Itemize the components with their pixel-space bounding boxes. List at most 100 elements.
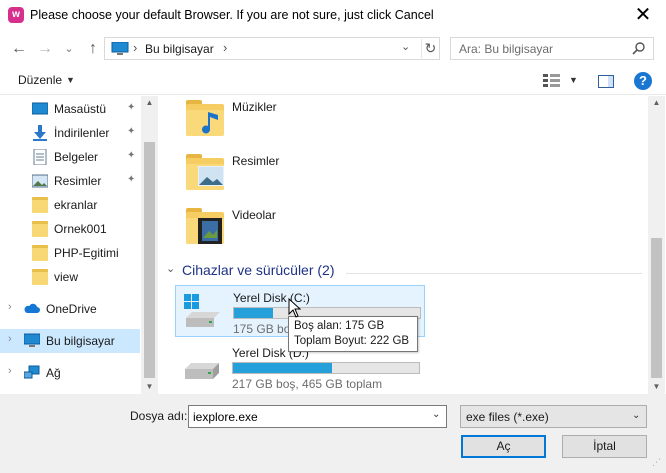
folder-label: Resimler [232, 154, 280, 168]
folder-item-pictures[interactable]: Resimler [186, 152, 336, 198]
search-box[interactable] [450, 37, 654, 60]
cloud-icon [24, 303, 40, 313]
scroll-down-arrow-icon[interactable]: ▼ [648, 382, 665, 391]
sidebar-item-network[interactable]: › Ağ [0, 361, 140, 385]
mouse-cursor-icon [288, 298, 302, 318]
scroll-up-arrow-icon[interactable]: ▲ [648, 98, 665, 107]
sidebar-item-desktop[interactable]: Masaüstü ✦ [0, 97, 140, 121]
open-button[interactable]: Aç [461, 435, 546, 458]
breadcrumb-item[interactable]: Bu bilgisayar [145, 42, 214, 56]
chevron-down-icon[interactable]: ⌄ [632, 410, 640, 421]
app-icon: w [8, 7, 24, 23]
computer-icon [24, 333, 40, 347]
folder-item-videos[interactable]: Videolar [186, 206, 336, 252]
navigation-pane: Masaüstü ✦ İndirilenler ✦ Belgeler ✦ Res… [0, 96, 157, 394]
devices-group-header[interactable]: Cihazlar ve sürücüler (2) [182, 262, 335, 278]
breadcrumb-separator[interactable]: › [133, 40, 137, 55]
forward-arrow-icon[interactable]: → [34, 38, 56, 60]
pictures-folder-icon [186, 152, 224, 190]
sidebar-item-label: Masaüstü [54, 102, 107, 116]
sidebar-item-label: Resimler [54, 174, 102, 188]
sidebar-item-downloads[interactable]: İndirilenler ✦ [0, 121, 140, 145]
sidebar-scroll-thumb[interactable] [144, 142, 155, 378]
folder-icon [32, 197, 48, 213]
view-caret-icon[interactable]: ▼ [569, 75, 578, 85]
sidebar-item-label: PHP-Egitimi [54, 246, 119, 260]
folder-label: Videolar [232, 208, 276, 222]
scroll-up-arrow-icon[interactable]: ▲ [141, 98, 158, 107]
group-divider [346, 273, 642, 274]
help-icon[interactable]: ? [634, 72, 652, 90]
pin-icon[interactable]: ✦ [127, 150, 135, 161]
documents-icon [33, 149, 47, 165]
close-button[interactable]: ✕ [620, 0, 666, 32]
address-bar[interactable]: › Bu bilgisayar › ⌄ ↻ [104, 37, 440, 60]
expand-chevron-icon[interactable]: › [8, 365, 12, 377]
tooltip-total-size: Toplam Boyut: 222 GB [294, 335, 410, 347]
expand-chevron-icon[interactable]: › [8, 301, 12, 313]
toolbar: Düzenle ▼ ▼ ? [0, 68, 666, 95]
folder-icon [32, 269, 48, 285]
chevron-down-icon[interactable]: ⌄ [432, 409, 440, 420]
sidebar-item-php-egitimi[interactable]: PHP-Egitimi [0, 241, 140, 265]
drive-usage-fill [234, 308, 274, 318]
drive-free-space: 175 GB boş [233, 322, 297, 336]
preview-pane-icon[interactable] [598, 75, 614, 88]
pictures-icon [32, 174, 48, 188]
cancel-button[interactable]: İptal [562, 435, 647, 458]
pin-icon[interactable]: ✦ [127, 174, 135, 185]
group-collapse-chevron-icon[interactable]: ⌄ [166, 262, 175, 275]
sidebar-item-label: Ağ [46, 366, 61, 380]
filename-input[interactable] [193, 409, 423, 425]
sidebar-item-label: view [54, 270, 79, 284]
drive-tooltip: Boş alan: 175 GB Toplam Boyut: 222 GB [288, 316, 418, 352]
network-icon [24, 365, 40, 379]
search-input[interactable] [459, 41, 629, 57]
scroll-down-arrow-icon[interactable]: ▼ [141, 382, 158, 391]
window-title: Please choose your default Browser. If y… [30, 8, 434, 22]
drive-usage-bar [232, 362, 420, 374]
drive-free-space: 217 GB boş, 465 GB toplam [232, 377, 383, 391]
folder-icon [32, 221, 48, 237]
sidebar-item-label: İndirilenler [54, 126, 110, 140]
sidebar-item-ekranlar[interactable]: ekranlar [0, 193, 140, 217]
expand-chevron-icon[interactable]: › [8, 333, 12, 345]
file-list-scroll-thumb[interactable] [651, 238, 662, 378]
sidebar-item-label: ekranlar [54, 198, 98, 212]
computer-icon [111, 42, 129, 55]
sidebar-item-onedrive[interactable]: › OneDrive [0, 297, 140, 321]
sidebar-item-label: Belgeler [54, 150, 99, 164]
sidebar-item-label: Ornek001 [54, 222, 107, 236]
sidebar-item-label: Bu bilgisayar [46, 334, 115, 348]
sidebar-item-this-pc[interactable]: › Bu bilgisayar [0, 329, 140, 353]
filename-combobox[interactable]: ⌄ [188, 405, 447, 428]
sidebar-item-ornek001[interactable]: Ornek001 [0, 217, 140, 241]
breadcrumb-separator[interactable]: › [223, 40, 227, 55]
desktop-icon [32, 102, 48, 115]
search-icon[interactable] [631, 41, 647, 57]
pin-icon[interactable]: ✦ [127, 102, 135, 113]
refresh-icon[interactable]: ↻ [421, 39, 439, 58]
sidebar-item-view[interactable]: view [0, 265, 140, 289]
address-dropdown-icon[interactable]: ⌄ [401, 40, 410, 53]
organize-button[interactable]: Düzenle [18, 73, 62, 87]
download-icon [33, 125, 47, 141]
pin-icon[interactable]: ✦ [127, 126, 135, 137]
folder-icon [32, 245, 48, 261]
tooltip-free-space: Boş alan: 175 GB [294, 320, 385, 332]
resize-grip-icon[interactable]: ⋰ [652, 458, 664, 471]
filetype-value: exe files (*.exe) [466, 410, 549, 424]
filename-label: Dosya adı: [130, 409, 188, 423]
sidebar-item-pictures[interactable]: Resimler ✦ [0, 169, 140, 193]
folder-item-music[interactable]: Müzikler [186, 98, 336, 144]
windows-drive-icon [184, 294, 220, 327]
drive-usage-fill [233, 363, 332, 373]
sidebar-item-documents[interactable]: Belgeler ✦ [0, 145, 140, 169]
videos-folder-icon [186, 206, 224, 244]
back-arrow-icon[interactable]: ← [8, 38, 30, 60]
organize-caret-icon[interactable]: ▼ [66, 75, 75, 85]
view-options-icon[interactable] [543, 74, 561, 88]
filetype-select[interactable]: exe files (*.exe) ⌄ [460, 405, 647, 428]
up-arrow-icon[interactable]: ↑ [82, 38, 104, 60]
recent-locations-chevron-icon[interactable]: ⌄ [58, 38, 80, 60]
